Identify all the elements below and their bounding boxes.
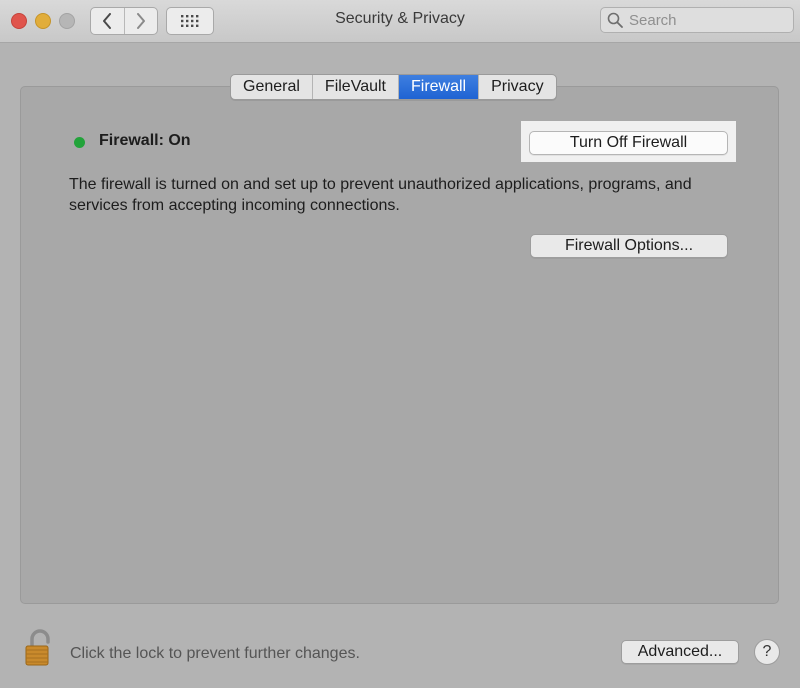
- firewall-options-button[interactable]: Firewall Options...: [530, 234, 728, 258]
- advanced-button[interactable]: Advanced...: [621, 640, 739, 664]
- unlocked-padlock-icon: [25, 629, 50, 666]
- help-button[interactable]: ?: [754, 639, 780, 665]
- navigation-buttons: [90, 7, 158, 35]
- show-all-button[interactable]: [166, 7, 214, 35]
- lock-button[interactable]: [23, 628, 55, 673]
- content-panel: [20, 86, 779, 604]
- zoom-window-button[interactable]: [59, 13, 75, 29]
- close-window-button[interactable]: [11, 13, 27, 29]
- search-input[interactable]: [627, 10, 791, 30]
- firewall-status-label: Firewall: On: [99, 132, 191, 149]
- lock-hint-text: Click the lock to prevent further change…: [70, 645, 360, 662]
- forward-button[interactable]: [123, 8, 158, 34]
- minimize-window-button[interactable]: [35, 13, 51, 29]
- chevron-right-icon: [136, 13, 145, 29]
- turn-off-firewall-button[interactable]: Turn Off Firewall: [529, 131, 728, 155]
- chevron-left-icon: [103, 13, 112, 29]
- grid-icon: [181, 15, 199, 27]
- back-button[interactable]: [91, 8, 124, 34]
- search-field[interactable]: [600, 7, 794, 33]
- firewall-description: The firewall is turned on and set up to …: [69, 176, 692, 214]
- tab-firewall[interactable]: Firewall: [398, 75, 480, 99]
- firewall-status-indicator: [74, 137, 85, 148]
- tab-filevault[interactable]: FileVault: [313, 75, 399, 99]
- tab-bar: General FileVault Firewall Privacy: [230, 74, 557, 100]
- tab-general[interactable]: General: [231, 75, 313, 99]
- title-bar: Security & Privacy: [0, 0, 800, 43]
- tab-privacy[interactable]: Privacy: [479, 75, 555, 99]
- search-icon: [607, 12, 623, 28]
